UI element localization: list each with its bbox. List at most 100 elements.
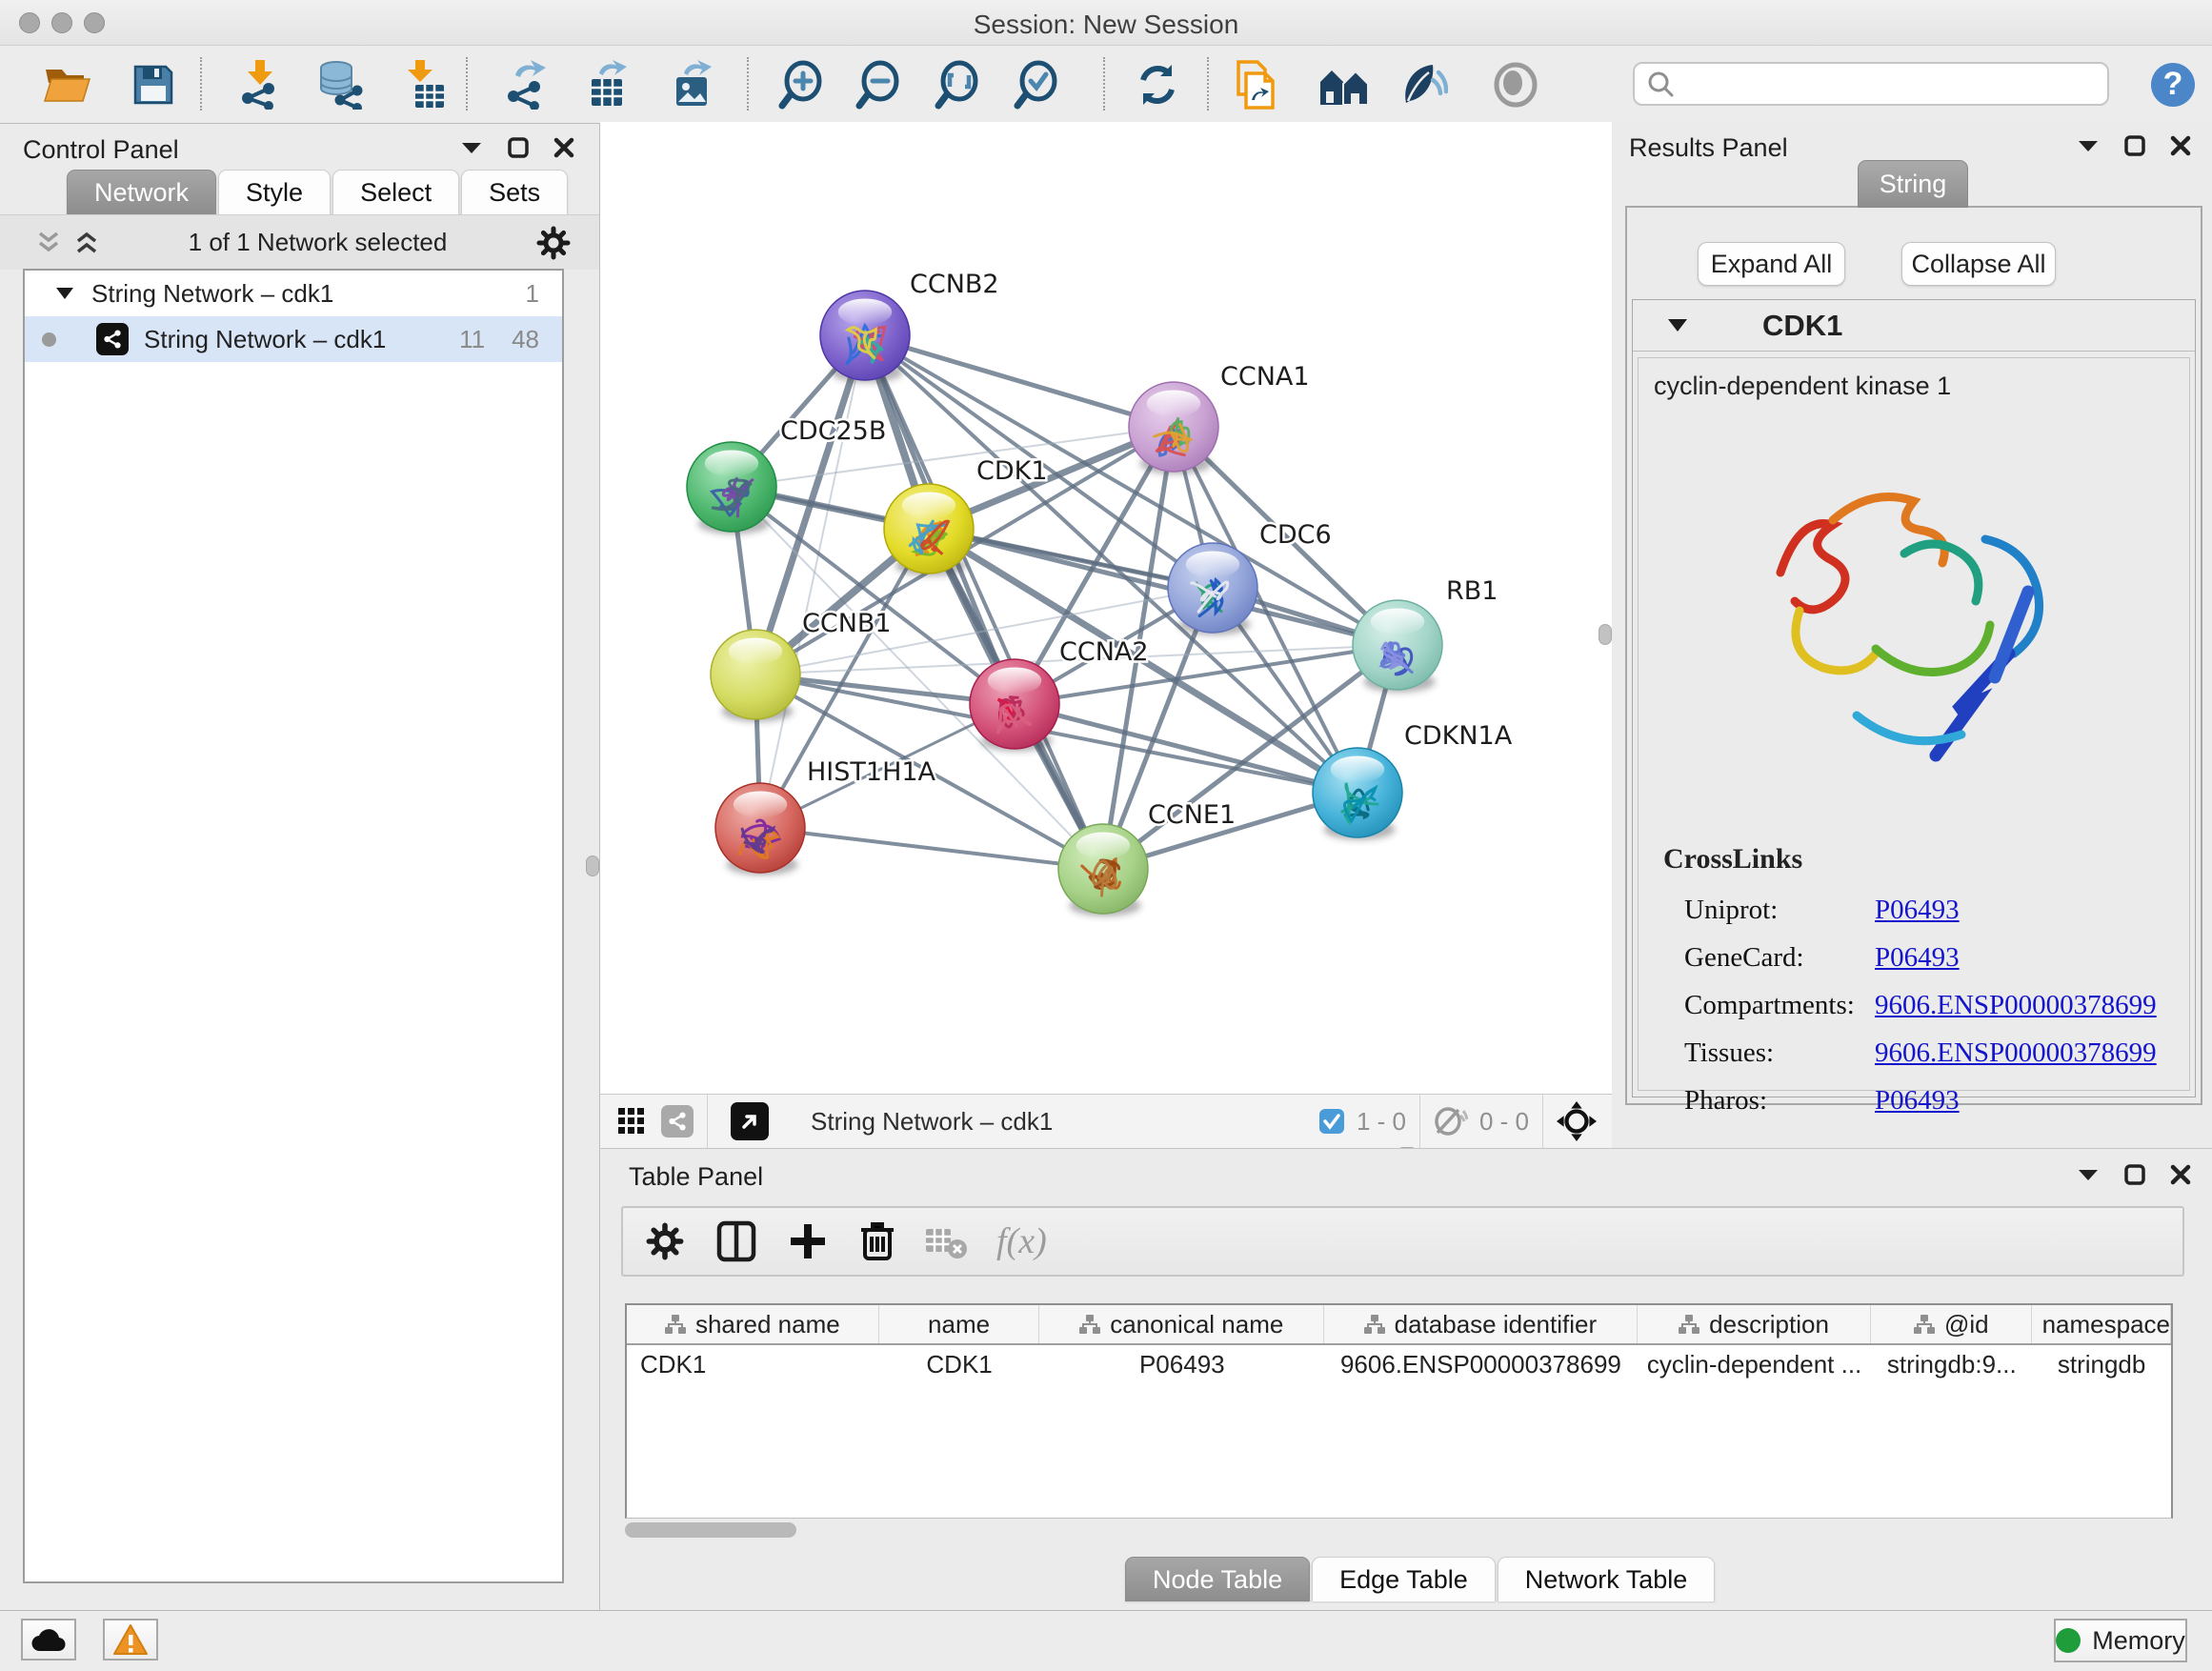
network-edge-CCNB2-HIST1H1A[interactable] (760, 335, 865, 828)
network-node-label: CCNB2 (910, 270, 999, 299)
memory-label: Memory (2092, 1626, 2185, 1656)
network-node-label: HIST1H1A (807, 757, 936, 787)
zoom-out-icon[interactable] (852, 57, 907, 112)
search-input[interactable] (1675, 70, 2107, 97)
network-node-RB1[interactable]: RB1 (1353, 576, 1498, 693)
hidden-eye-slash-icon[interactable] (1434, 1107, 1468, 1136)
column-header-name[interactable]: name (879, 1305, 1040, 1343)
network-share-badge-icon[interactable] (661, 1105, 694, 1137)
panel-menu-icon[interactable] (460, 140, 483, 155)
crosslink-link[interactable]: P06493 (1875, 942, 1960, 974)
panel-close-icon[interactable] (2170, 135, 2191, 156)
import-network-file-icon[interactable] (231, 57, 287, 112)
left-splitter-handle[interactable] (586, 856, 599, 876)
protein-section-header[interactable]: CDK1 (1633, 300, 2195, 352)
network-node-CDKN1A[interactable]: CDKN1A (1313, 721, 1513, 840)
tab-network-table[interactable]: Network Table (1498, 1557, 1716, 1601)
table-cell[interactable]: 9606.ENSP00000378699 (1324, 1345, 1638, 1383)
horizontal-scrollbar[interactable] (625, 1522, 2173, 1540)
table-cell[interactable]: P06493 (1039, 1345, 1324, 1383)
warnings-button[interactable] (103, 1619, 158, 1661)
export-image-icon[interactable] (665, 57, 720, 112)
right-splitter-handle[interactable] (1599, 624, 1612, 645)
tab-style[interactable]: Style (218, 170, 331, 214)
network-canvas[interactable]: CCNB2CCNA1CDC25BCDK1CDC6RB1CCNB1CCNA2CDK… (600, 122, 1612, 1094)
tab-sets[interactable]: Sets (461, 170, 568, 214)
selected-checkbox-icon[interactable] (1318, 1108, 1345, 1135)
column-header--id[interactable]: @id (1871, 1305, 2032, 1343)
network-collection-row[interactable]: String Network – cdk1 1 (25, 271, 562, 316)
collapse-all-button[interactable]: Collapse All (1901, 242, 2056, 286)
section-collapse-icon[interactable] (1667, 318, 1688, 332)
open-session-icon[interactable] (40, 57, 95, 112)
refresh-icon[interactable] (1130, 57, 1185, 112)
search-box[interactable] (1633, 62, 2109, 106)
crosslink-link[interactable]: 9606.ENSP00000378699 (1875, 990, 2157, 1021)
tab-edge-table[interactable]: Edge Table (1312, 1557, 1496, 1601)
network-edge-CCNB2-CCNA1[interactable] (865, 335, 1174, 427)
save-session-icon[interactable] (126, 57, 181, 112)
expand-all-button[interactable]: Expand All (1698, 242, 1845, 286)
cloud-button[interactable] (21, 1619, 76, 1661)
table-cell[interactable]: cyclin-dependent ... (1638, 1345, 1872, 1383)
publications-leaf-icon[interactable] (1396, 57, 1451, 112)
delete-column-trash-icon[interactable] (859, 1220, 895, 1262)
eye-icon[interactable] (1488, 57, 1543, 112)
column-header-description[interactable]: description (1638, 1305, 1872, 1343)
clone-network-icon[interactable] (1228, 57, 1283, 112)
crosslink-link[interactable]: 9606.ENSP00000378699 (1875, 1037, 2157, 1069)
panel-menu-icon[interactable] (2077, 138, 2100, 153)
node-table[interactable]: shared namenamecanonical namedatabase id… (625, 1303, 2173, 1519)
network-node-HIST1H1A[interactable]: HIST1H1A (715, 757, 936, 876)
zoom-selected-icon[interactable] (1010, 57, 1065, 112)
function-builder-icon[interactable]: f(x) (996, 1220, 1047, 1262)
network-row[interactable]: String Network – cdk1 11 48 (25, 316, 562, 362)
table-cell[interactable]: stringdb (2032, 1345, 2171, 1383)
column-header-namespace[interactable]: namespace (2032, 1305, 2171, 1343)
panel-float-icon[interactable] (508, 137, 529, 158)
table-cell[interactable]: CDK1 (627, 1345, 879, 1383)
table-cell[interactable]: CDK1 (879, 1345, 1040, 1383)
column-header-shared-name[interactable]: shared name (627, 1305, 879, 1343)
crosslink-link[interactable]: P06493 (1875, 895, 1960, 926)
import-table-file-icon[interactable] (396, 57, 452, 112)
tab-string[interactable]: String (1858, 160, 1968, 208)
column-header-canonical-name[interactable]: canonical name (1039, 1305, 1324, 1343)
table-row[interactable]: CDK1CDK1P064939606.ENSP00000378699cyclin… (627, 1345, 2171, 1383)
scrollbar-thumb[interactable] (625, 1522, 796, 1538)
birds-eye-crosshair-icon[interactable] (1557, 1101, 1597, 1141)
collapse-all-icon[interactable] (36, 232, 61, 254)
export-network-icon[interactable] (498, 57, 553, 112)
tree-expand-icon[interactable] (55, 287, 74, 300)
network-edge-CCNB2-CCNE1[interactable] (865, 335, 1103, 869)
table-cell[interactable]: stringdb:9... (1871, 1345, 2032, 1383)
tab-network[interactable]: Network (67, 170, 216, 214)
tab-select[interactable]: Select (332, 170, 459, 214)
export-table-icon[interactable] (580, 57, 635, 112)
network-node-CCNA1[interactable]: CCNA1 (1129, 362, 1310, 474)
crosslink-link[interactable]: P06493 (1875, 1085, 1960, 1117)
expand-all-icon[interactable] (74, 232, 99, 254)
delete-table-icon[interactable] (924, 1223, 968, 1259)
network-node-CCNE1[interactable]: CCNE1 (1058, 800, 1236, 916)
panel-close-icon[interactable] (553, 137, 574, 158)
grid-view-icon[interactable] (617, 1107, 646, 1136)
zoom-fit-icon[interactable] (931, 57, 986, 112)
tab-node-table[interactable]: Node Table (1125, 1557, 1310, 1601)
network-overview-houses-icon[interactable] (1317, 57, 1372, 112)
detach-view-icon[interactable] (731, 1102, 769, 1140)
network-options-gear-icon[interactable] (536, 226, 571, 260)
add-column-icon[interactable] (789, 1222, 827, 1260)
import-network-database-icon[interactable] (312, 57, 368, 112)
panel-close-icon[interactable] (2170, 1164, 2191, 1185)
zoom-in-icon[interactable] (774, 57, 830, 112)
panel-float-icon[interactable] (2124, 1164, 2145, 1185)
column-header-database-identifier[interactable]: database identifier (1324, 1305, 1638, 1343)
help-icon[interactable]: ? (2145, 57, 2201, 112)
memory-button[interactable]: Memory (2054, 1619, 2187, 1662)
show-columns-icon[interactable] (716, 1220, 756, 1262)
table-settings-gear-icon[interactable] (646, 1222, 684, 1260)
panel-float-icon[interactable] (2124, 135, 2145, 156)
panel-menu-icon[interactable] (2077, 1167, 2100, 1182)
network-edge-HIST1H1A-CCNE1[interactable] (760, 828, 1103, 869)
